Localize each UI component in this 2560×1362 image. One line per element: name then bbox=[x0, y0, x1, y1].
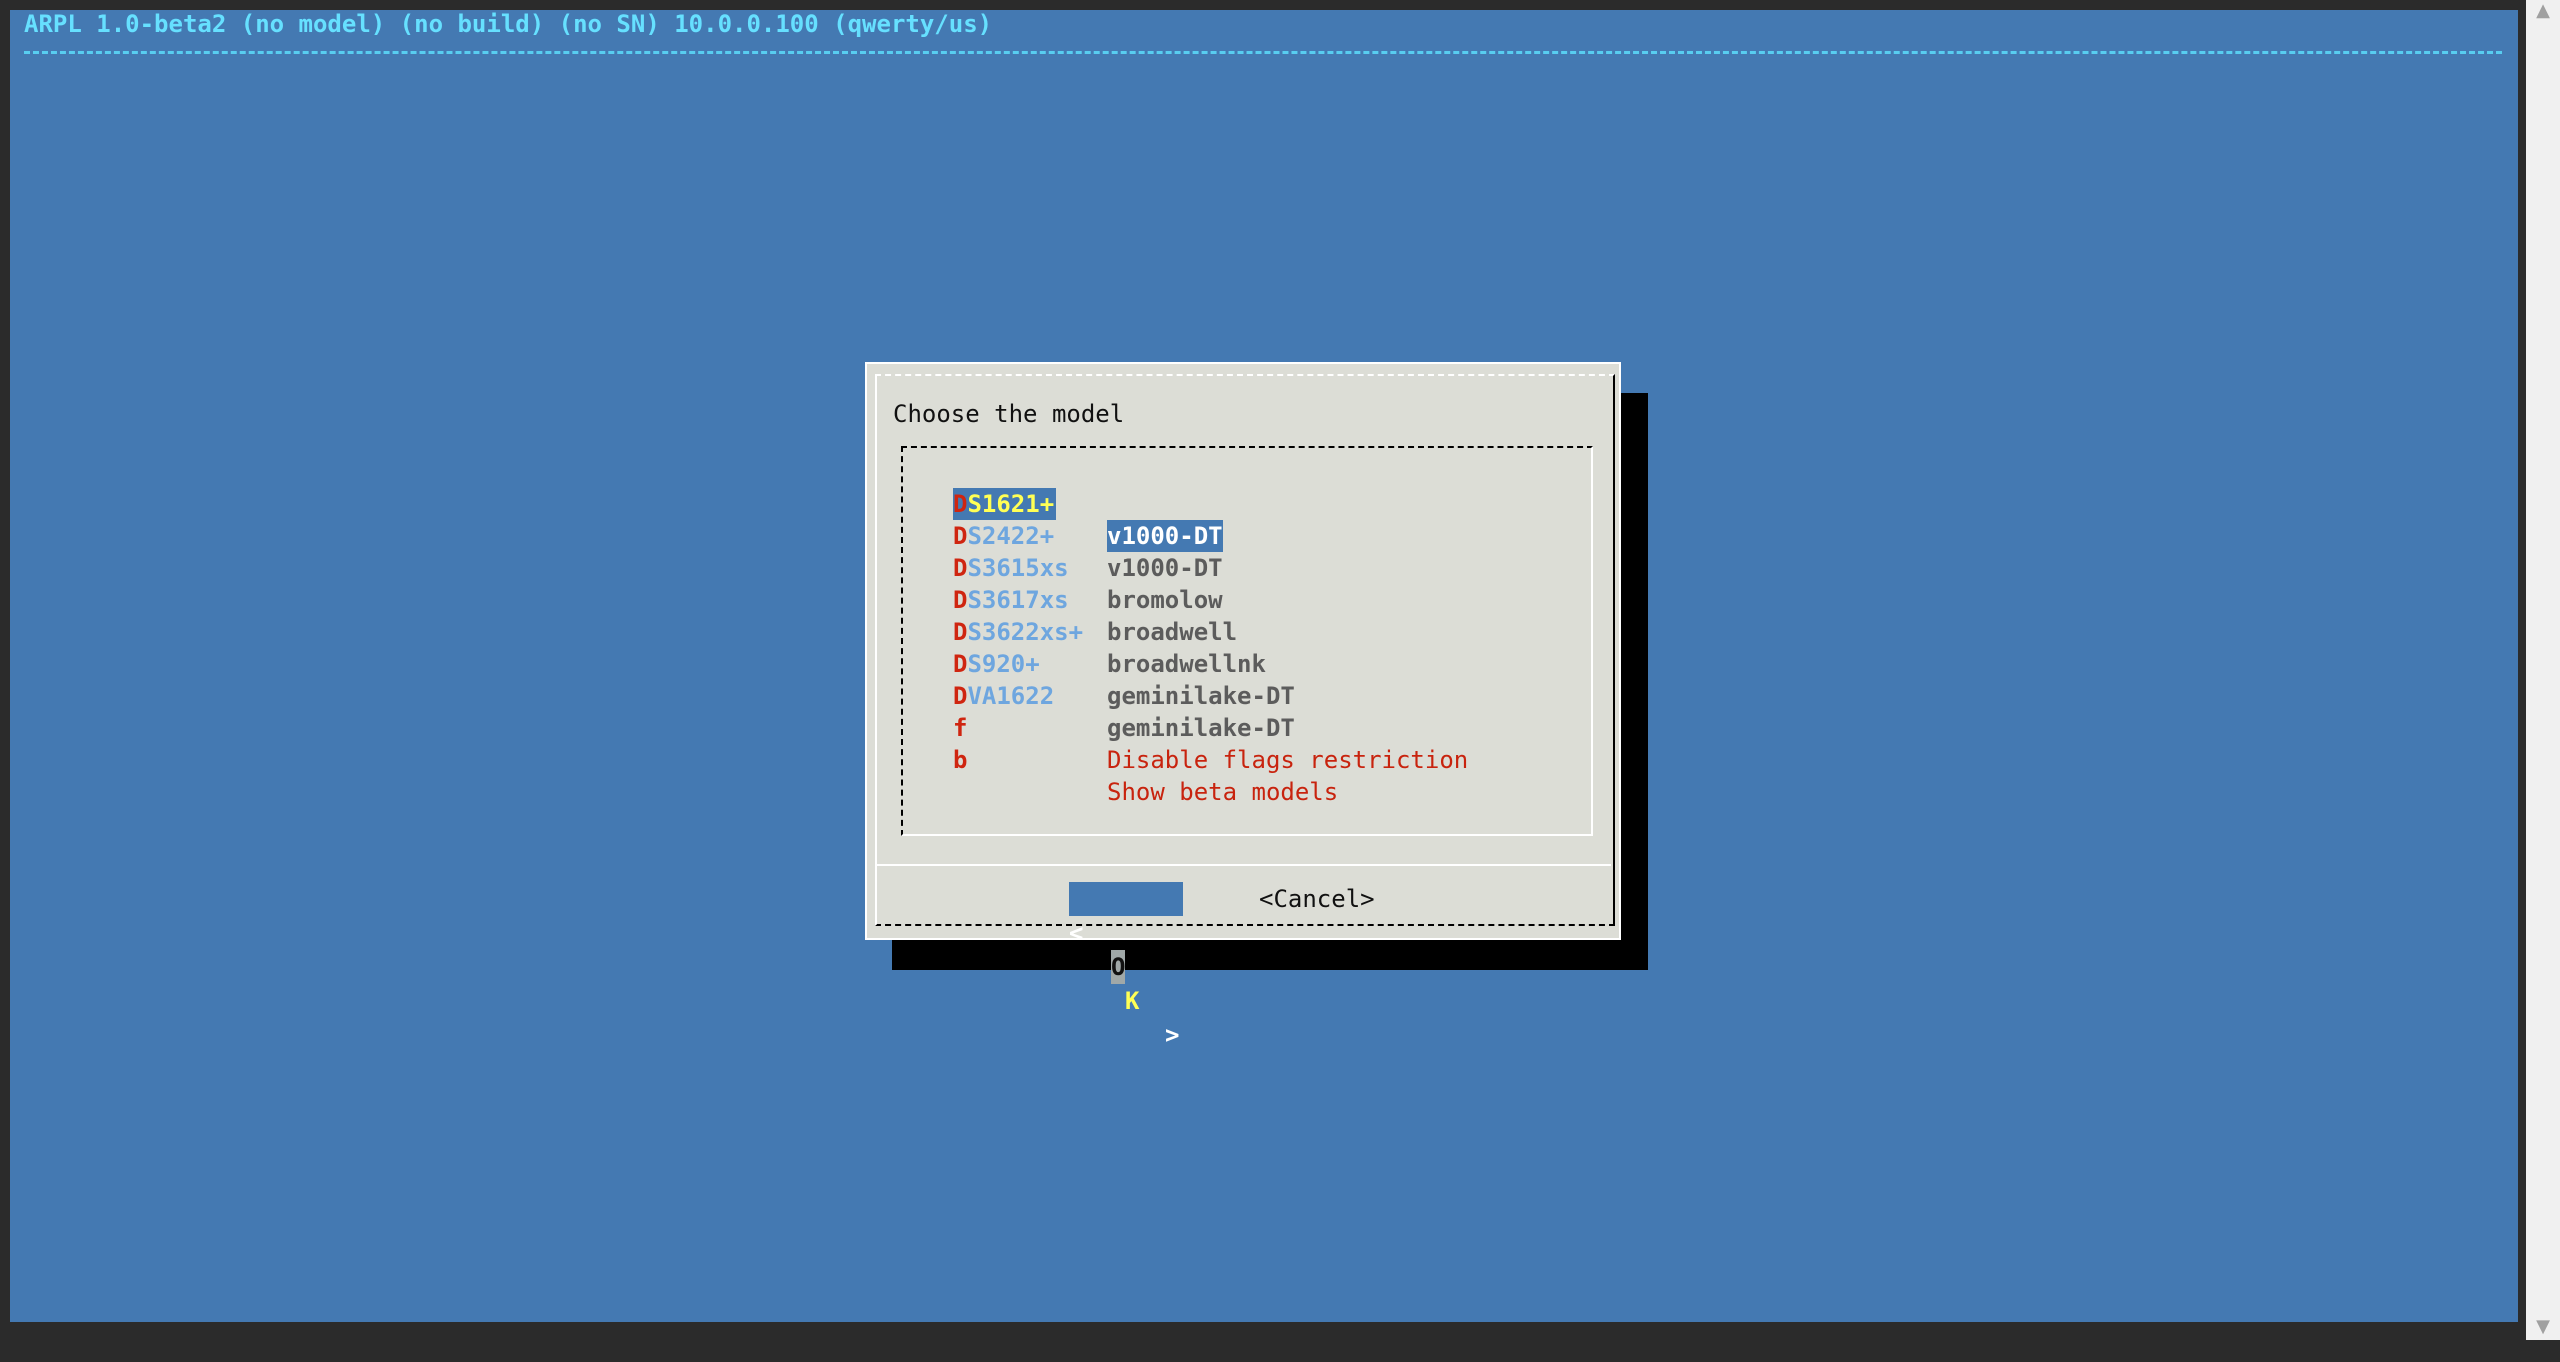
menu-item-tag: b bbox=[953, 746, 968, 774]
scroll-down-icon[interactable]: ▼ bbox=[2526, 1316, 2560, 1337]
ok-letter-o: O bbox=[1111, 950, 1125, 984]
menu-item-ds2422[interactable]: DS2422+ v1000-DT bbox=[953, 488, 1223, 582]
menu-item-show-beta[interactable]: b Show beta models bbox=[953, 712, 1338, 806]
menu-item-desc: broadwell bbox=[1107, 618, 1238, 646]
menu-item-desc: bromolow bbox=[1107, 586, 1223, 614]
button-divider bbox=[875, 864, 1611, 866]
backtitle-divider bbox=[24, 51, 2502, 54]
model-dialog: Choose the model DS1621+ v1000-DT DS2422… bbox=[865, 362, 1621, 1049]
menu-item-ds1621[interactable]: DS1621+ v1000-DT bbox=[953, 456, 1223, 552]
menu-item-ds3615xs[interactable]: DS3615xs bromolow bbox=[953, 520, 1223, 614]
ok-bracket-right: > bbox=[1165, 1021, 1180, 1049]
menu-item-desc: v1000-DT bbox=[1107, 554, 1223, 582]
menu-item-desc: v1000-DT bbox=[1107, 520, 1223, 552]
menu-item-desc: geminilake-DT bbox=[1107, 682, 1295, 710]
backtitle: ARPL 1.0-beta2 (no model) (no build) (no… bbox=[24, 10, 993, 38]
menu-item-desc: broadwellnk bbox=[1107, 650, 1266, 678]
menu-item-disable-flags[interactable]: f Disable flags restriction bbox=[953, 680, 1468, 774]
model-menu: DS1621+ v1000-DT DS2422+ v1000-DT DS3615… bbox=[901, 446, 1593, 836]
cancel-button[interactable]: <Cancel> bbox=[1259, 882, 1375, 916]
scrollbar[interactable]: ▲ ▼ bbox=[2526, 0, 2560, 1340]
ok-letter-k: K bbox=[1125, 987, 1140, 1015]
dialog-title: Choose the model bbox=[893, 400, 1125, 428]
menu-item-ds3617xs[interactable]: DS3617xs broadwell bbox=[953, 552, 1237, 646]
menu-item-dva1622[interactable]: DVA1622 geminilake-DT bbox=[953, 648, 1295, 742]
ok-button[interactable]: < O K > bbox=[1069, 882, 1183, 1049]
menu-item-ds920[interactable]: DS920+ geminilake-DT bbox=[953, 616, 1295, 710]
menu-item-desc: Show beta models bbox=[1107, 778, 1339, 806]
menu-item-desc: geminilake-DT bbox=[1107, 714, 1295, 742]
terminal-screen: ARPL 1.0-beta2 (no model) (no build) (no… bbox=[10, 10, 2518, 1322]
ok-bracket-left: < bbox=[1069, 919, 1084, 947]
menu-item-ds3622xs[interactable]: DS3622xs+ broadwellnk bbox=[953, 584, 1266, 678]
scroll-up-icon[interactable]: ▲ bbox=[2526, 0, 2560, 21]
menu-item-desc: Disable flags restriction bbox=[1107, 746, 1469, 774]
